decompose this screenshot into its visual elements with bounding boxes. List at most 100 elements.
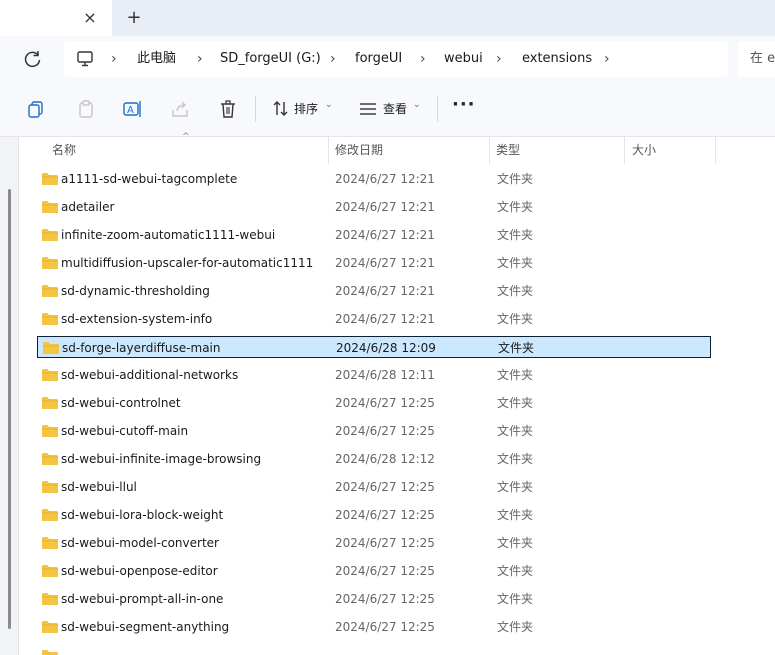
sort-icon[interactable] xyxy=(270,98,292,120)
file-name: sd-webui-lora-block-weight xyxy=(61,508,224,522)
file-type: 文件夹 xyxy=(497,256,534,270)
file-modified-date: 2024/6/27 12:25 xyxy=(335,564,435,578)
file-row[interactable]: sd-webui-infinite-image-browsing 2024/6/2… xyxy=(37,448,711,470)
file-name: sd-webui-segment-anything xyxy=(61,620,230,634)
file-type: 文件夹 xyxy=(497,312,534,326)
column-header-type[interactable]: 类型 xyxy=(496,137,520,164)
share-icon[interactable] xyxy=(169,98,191,120)
address-bar[interactable]: › 此电脑 › SD_forgeUI (G:) › forgeUI › webu… xyxy=(64,41,728,77)
file-type: 文件夹 xyxy=(497,284,534,298)
new-tab-icon[interactable]: + xyxy=(124,6,144,30)
file-row[interactable]: sd-dynamic-thresholding 2024/6/27 12:21 文件… xyxy=(37,280,711,302)
column-header-size[interactable]: 大小 xyxy=(632,137,656,164)
file-row[interactable]: multidiffusion-upscaler-for-automatic111… xyxy=(37,252,711,274)
column-header-date[interactable]: 修改日期 xyxy=(335,137,383,164)
scrollbar[interactable] xyxy=(8,189,11,629)
file-type: 文件夹 xyxy=(497,480,534,494)
breadcrumb-chevron-icon: › xyxy=(420,51,426,67)
breadcrumb-chevron-icon: › xyxy=(111,51,117,67)
file-modified-date: 2024/6/27 12:21 xyxy=(335,284,435,298)
column-divider[interactable] xyxy=(489,137,490,164)
chevron-down-icon: ⌄ xyxy=(413,100,421,110)
file-row[interactable]: sd-webui-lora-block-weight 2024/6/27 12:2… xyxy=(37,504,711,526)
file-type: 文件夹 xyxy=(497,564,534,578)
folder-icon xyxy=(42,285,58,297)
column-divider[interactable] xyxy=(328,137,329,164)
breadcrumb-forgeui[interactable]: forgeUI xyxy=(355,41,402,77)
file-name: sd-forge-layerdiffuse-main xyxy=(62,341,221,355)
file-modified-date: 2024/6/27 12:25 xyxy=(335,508,435,522)
file-modified-date: 2024/6/27 12:25 xyxy=(335,620,435,634)
folder-icon xyxy=(42,537,58,549)
file-row[interactable]: sd-webui-cutoff-main 2024/6/27 12:25 文件夹 xyxy=(37,420,711,442)
file-row[interactable]: sd-webui-segment-anything 2024/6/27 12:25… xyxy=(37,616,711,638)
file-type: 文件夹 xyxy=(497,452,534,466)
delete-icon[interactable] xyxy=(217,98,239,120)
file-name: infinite-zoom-automatic1111-webui xyxy=(61,228,276,242)
file-name: sd-webui-prompt-all-in-one xyxy=(61,592,224,606)
file-row[interactable]: sd-webui-openpose-editor 2024/6/27 12:25 文… xyxy=(37,560,711,582)
breadcrumb-this-pc[interactable]: 此电脑 xyxy=(137,41,176,77)
pane-divider xyxy=(18,137,19,655)
file-name: sd-webui-model-converter xyxy=(61,536,219,550)
file-modified-date: 2024/6/28 12:11 xyxy=(335,368,435,382)
file-type: 文件夹 xyxy=(497,620,534,634)
file-type: 文件夹 xyxy=(497,172,534,186)
column-divider[interactable] xyxy=(624,137,625,164)
rename-icon[interactable]: A xyxy=(121,98,143,120)
file-row[interactable]: sd-webui-model-converter 2024/6/27 12:25 文… xyxy=(37,532,711,554)
view-button[interactable]: 查看 xyxy=(383,100,407,117)
breadcrumb-extensions[interactable]: extensions xyxy=(522,41,592,77)
more-options-icon[interactable]: ··· xyxy=(452,94,476,115)
breadcrumb-webui[interactable]: webui xyxy=(444,41,483,77)
folder-icon xyxy=(42,565,58,577)
copy-icon[interactable] xyxy=(25,98,47,120)
paste-icon[interactable] xyxy=(75,98,97,120)
file-name: sd-webui-cutoff-main xyxy=(61,424,189,438)
file-type: 文件夹 xyxy=(498,341,535,355)
column-divider[interactable] xyxy=(715,137,716,164)
file-modified-date: 2024/6/27 12:25 xyxy=(335,480,435,494)
folder-icon xyxy=(42,313,58,325)
file-type: 文件夹 xyxy=(497,536,534,550)
file-type: 文件夹 xyxy=(497,424,534,438)
file-row[interactable]: sd-webui-prompt-all-in-one 2024/6/27 12:2… xyxy=(37,588,711,610)
search-input[interactable]: 在 e xyxy=(738,41,775,77)
file-row[interactable]: sd-webui-additional-networks 2024/6/28 12… xyxy=(37,364,711,386)
close-tab-icon[interactable]: × xyxy=(80,6,100,30)
folder-icon xyxy=(42,369,58,381)
file-row[interactable]: infinite-zoom-automatic1111-webui 2024/6/… xyxy=(37,224,711,246)
active-tab[interactable]: × xyxy=(0,0,112,36)
file-type: 文件夹 xyxy=(497,396,534,410)
file-row[interactable]: sd-webui-llul 2024/6/27 12:25 文件夹 xyxy=(37,476,711,498)
folder-icon xyxy=(42,257,58,269)
file-row-selected[interactable]: sd-forge-layerdiffuse-main 2024/6/28 12:0… xyxy=(37,336,711,358)
file-modified-date: 2024/6/27 12:21 xyxy=(335,200,435,214)
folder-icon xyxy=(42,201,58,213)
refresh-icon[interactable] xyxy=(22,48,44,70)
file-modified-date: 2024/6/27 12:21 xyxy=(335,256,435,270)
svg-text:A: A xyxy=(127,105,134,116)
folder-icon xyxy=(42,593,58,605)
breadcrumb-drive[interactable]: SD_forgeUI (G:) xyxy=(220,41,321,77)
file-modified-date: 2024/6/27 12:25 xyxy=(335,396,435,410)
file-modified-date: 2024/6/28 12:09 xyxy=(336,341,436,355)
sort-button[interactable]: 排序 xyxy=(294,100,318,117)
folder-icon xyxy=(42,453,58,465)
file-modified-date: 2024/6/28 12:12 xyxy=(335,452,435,466)
folder-icon xyxy=(42,397,58,409)
view-icon[interactable] xyxy=(357,98,379,120)
file-row[interactable]: adetailer 2024/6/27 12:21 文件夹 xyxy=(37,196,711,218)
file-type: 文件夹 xyxy=(497,200,534,214)
tab-bar: × + xyxy=(0,0,775,36)
file-type: 文件夹 xyxy=(497,508,534,522)
file-modified-date: 2024/6/27 12:21 xyxy=(335,172,435,186)
column-header-name[interactable]: 名称 xyxy=(52,137,76,164)
file-row[interactable]: sd-extension-system-info 2024/6/27 12:21 文… xyxy=(37,308,711,330)
breadcrumb-chevron-icon: › xyxy=(604,51,610,67)
file-type: 文件夹 xyxy=(497,592,534,606)
sort-ascending-icon: ^ xyxy=(182,132,190,142)
file-row[interactable]: sd-webui-controlnet 2024/6/27 12:25 文件夹 xyxy=(37,392,711,414)
file-row[interactable]: a1111-sd-webui-tagcomplete 2024/6/27 12:2… xyxy=(37,168,711,190)
file-list-pane: ^ 名称 修改日期 类型 大小 a1111-sd-webui-tagcomple… xyxy=(0,132,775,655)
